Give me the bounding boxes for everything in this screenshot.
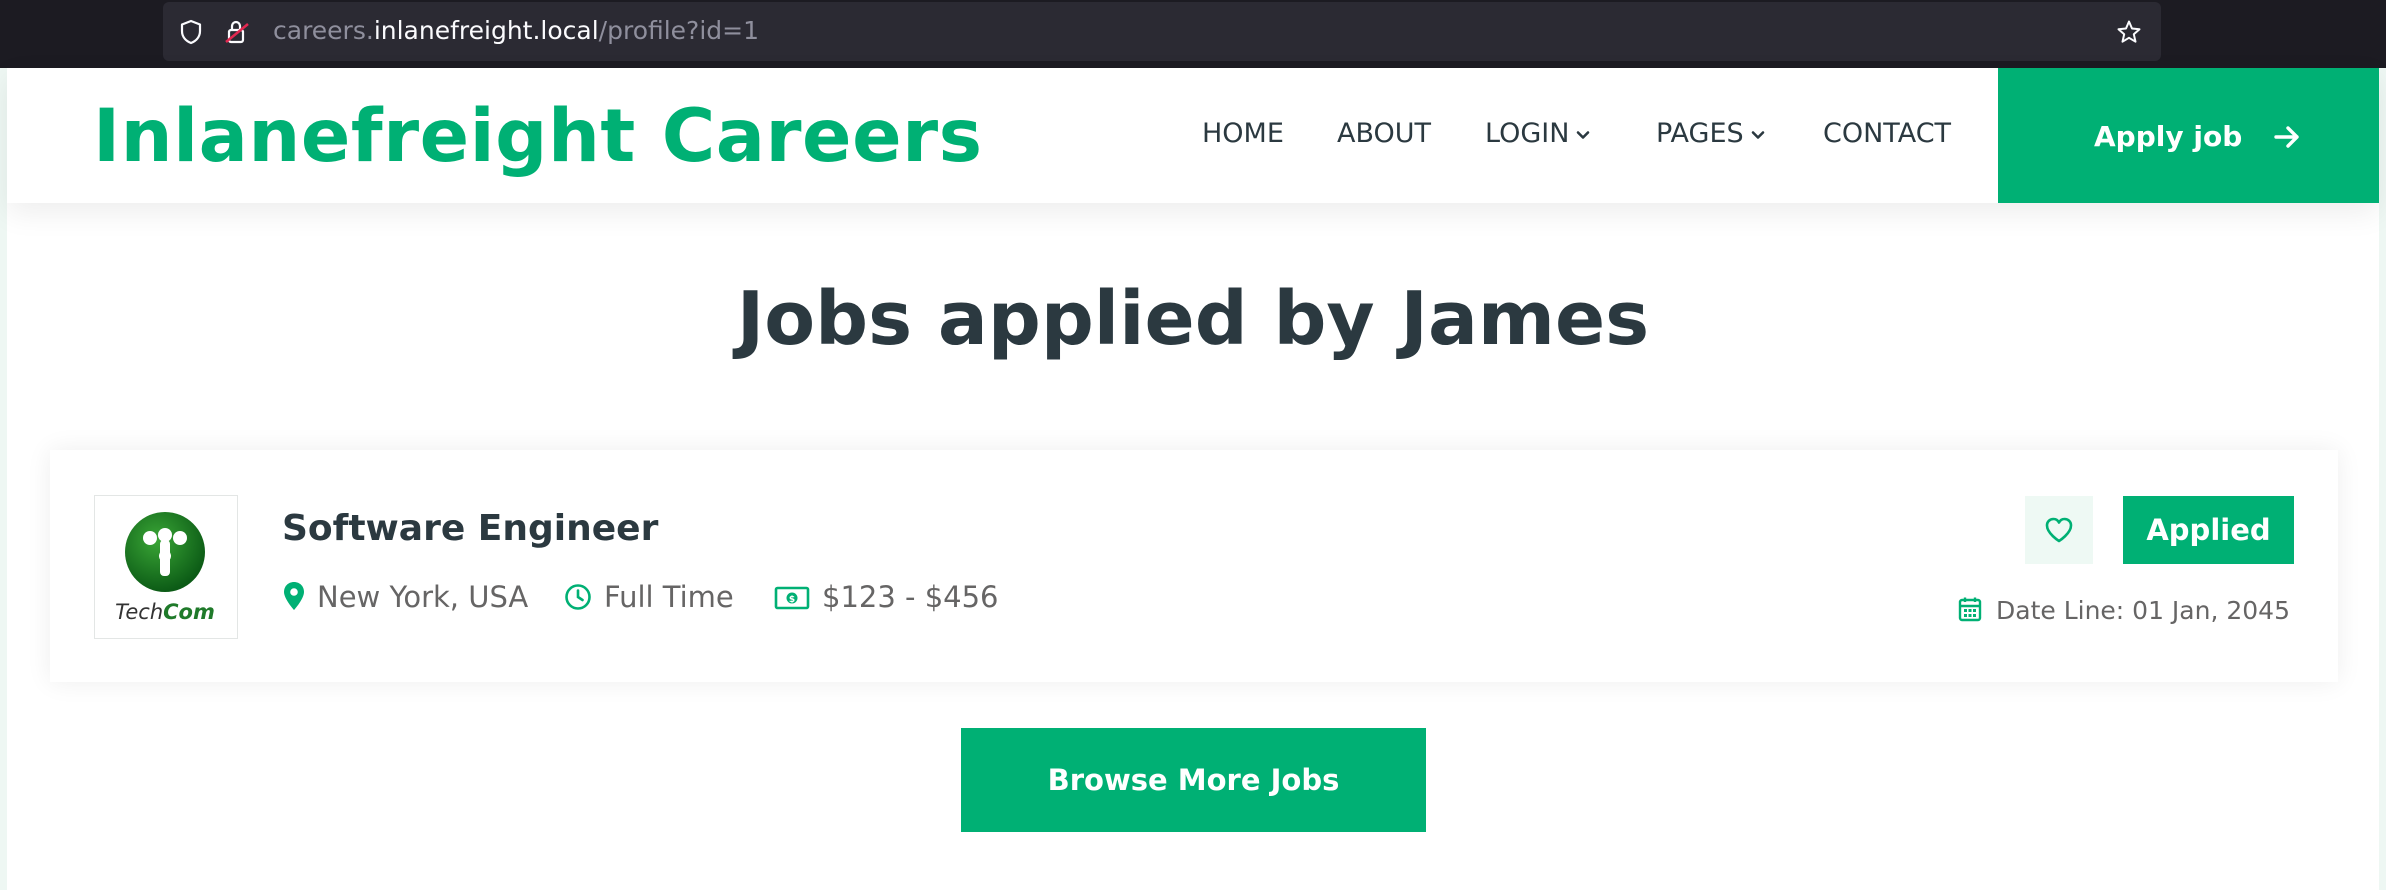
url-subdomain: careers. bbox=[273, 16, 374, 45]
applied-button[interactable]: Applied bbox=[2123, 496, 2294, 564]
job-deadline-text: Date Line: 01 Jan, 2045 bbox=[1996, 596, 2290, 625]
page-edge-left bbox=[0, 68, 7, 890]
nav-home-label: HOME bbox=[1202, 118, 1284, 149]
arrow-right-icon bbox=[2274, 126, 2299, 148]
heart-icon bbox=[2045, 517, 2073, 543]
svg-text:$: $ bbox=[789, 595, 795, 605]
calendar-icon bbox=[1958, 597, 1982, 622]
browse-more-jobs-button[interactable]: Browse More Jobs bbox=[961, 728, 1426, 832]
page: Inlanefreight Careers HOME ABOUT LOGIN P… bbox=[0, 68, 2386, 890]
page-edge-right bbox=[2379, 68, 2386, 890]
page-title-text: Jobs applied by James bbox=[736, 276, 1650, 362]
shield-icon[interactable] bbox=[177, 18, 205, 46]
job-card: TechCom Software Engineer New York, USA … bbox=[50, 450, 2338, 682]
company-logo[interactable]: TechCom bbox=[94, 495, 238, 639]
money-bill-icon: $ bbox=[774, 586, 810, 610]
job-title[interactable]: Software Engineer bbox=[282, 508, 658, 549]
job-salary: $ $123 - $456 bbox=[774, 580, 999, 616]
page-title: Jobs applied by James bbox=[0, 276, 2386, 362]
browser-toolbar: careers.inlanefreight.local/profile?id=1 bbox=[0, 0, 2386, 68]
favorite-button[interactable] bbox=[2025, 496, 2093, 564]
apply-job-label: Apply job bbox=[2094, 120, 2243, 153]
bookmark-star-icon[interactable] bbox=[2115, 18, 2143, 46]
url-bar[interactable]: careers.inlanefreight.local/profile?id=1 bbox=[163, 2, 2161, 61]
clock-icon bbox=[565, 584, 591, 610]
site-logo[interactable]: Inlanefreight Careers bbox=[93, 94, 983, 179]
svg-text:TechCom: TechCom bbox=[115, 600, 215, 624]
insecure-lock-icon[interactable] bbox=[223, 18, 251, 46]
map-pin-icon bbox=[284, 582, 304, 610]
nav-login-label: LOGIN bbox=[1485, 118, 1570, 149]
chevron-down-icon bbox=[1577, 130, 1590, 139]
nav-about[interactable]: ABOUT bbox=[1337, 118, 1431, 149]
url-path: /profile?id=1 bbox=[598, 16, 759, 45]
nav-about-label: ABOUT bbox=[1337, 118, 1432, 149]
nav-pages-label: PAGES bbox=[1656, 118, 1744, 149]
chevron-down-icon bbox=[1751, 130, 1764, 139]
nav-login[interactable]: LOGIN bbox=[1485, 118, 1591, 149]
job-location-text: New York, USA bbox=[317, 580, 529, 614]
site-header: Inlanefreight Careers HOME ABOUT LOGIN P… bbox=[7, 68, 2379, 203]
nav-contact-label: CONTACT bbox=[1823, 118, 1952, 149]
nav-pages[interactable]: PAGES bbox=[1656, 118, 1766, 149]
techcom-logo-icon: TechCom bbox=[115, 512, 215, 624]
job-deadline: Date Line: 01 Jan, 2045 bbox=[1958, 596, 2290, 625]
apply-job-button[interactable]: Apply job bbox=[1998, 68, 2379, 203]
nav-home[interactable]: HOME bbox=[1202, 118, 1284, 149]
job-location: New York, USA bbox=[283, 580, 528, 616]
url-text[interactable]: careers.inlanefreight.local/profile?id=1 bbox=[273, 16, 759, 45]
nav-contact[interactable]: CONTACT bbox=[1823, 118, 1951, 149]
url-host: inlanefreight.local bbox=[373, 16, 599, 45]
job-salary-text: $123 - $456 bbox=[822, 580, 999, 614]
job-type-text: Full Time bbox=[604, 580, 734, 614]
job-type: Full Time bbox=[564, 580, 734, 616]
